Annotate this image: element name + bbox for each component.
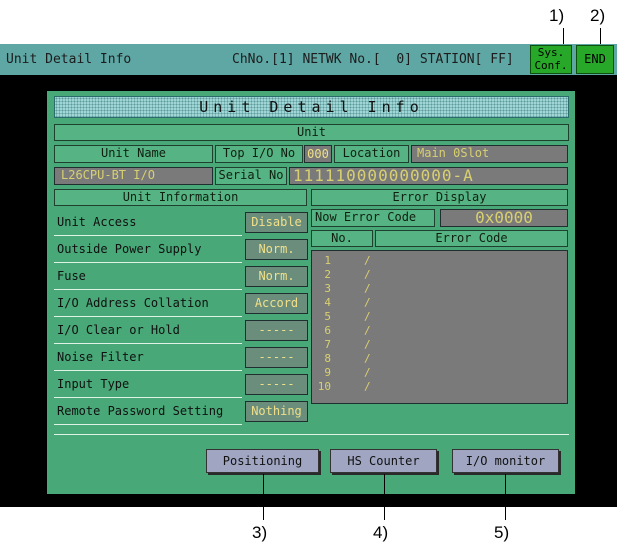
outside-power-label: Outside Power Supply <box>54 236 242 263</box>
top-io-value: 000 <box>304 145 332 163</box>
error-display-header: Error Display <box>311 189 568 206</box>
panel-divider <box>54 434 569 435</box>
input-type-label: Input Type <box>54 371 242 398</box>
io-address-collation-label: I/O Address Collation <box>54 290 242 317</box>
unit-access-value: Disable <box>245 212 308 233</box>
io-clear-hold-label: I/O Clear or Hold <box>54 317 242 344</box>
io-monitor-button[interactable]: I/O monitor <box>452 449 559 473</box>
now-error-code-value: 0x0000 <box>440 209 568 227</box>
location-value: Main 0Slot <box>411 145 568 163</box>
sys-conf-label-2: Conf. <box>534 59 568 72</box>
serial-label: Serial No <box>215 167 287 185</box>
top-io-label: Top I/O No <box>215 145 303 163</box>
unit-name-value: L26CPU-BT I/O <box>54 167 213 185</box>
hs-counter-button[interactable]: HS Counter <box>330 449 437 473</box>
noise-filter-label: Noise Filter <box>54 344 242 371</box>
callout-4: 4) <box>373 523 389 542</box>
end-button[interactable]: END <box>576 45 614 74</box>
noise-filter-value: ----- <box>245 347 308 368</box>
positioning-button[interactable]: Positioning <box>206 449 319 473</box>
error-code-column-header: Error Code <box>375 230 568 247</box>
outside-power-value: Norm. <box>245 239 308 260</box>
fuse-label: Fuse <box>54 263 242 290</box>
error-no-column-header: No. <box>311 230 373 247</box>
callout-1: 1) <box>549 6 565 25</box>
unit-section-header: Unit <box>54 124 569 141</box>
callout-5-leader <box>505 474 506 520</box>
callout-3: 3) <box>252 523 268 542</box>
io-clear-hold-value: ----- <box>245 320 308 341</box>
sys-conf-label-1: Sys. <box>537 46 565 59</box>
serial-value: 111110000000000-A <box>289 167 568 185</box>
now-error-code-label: Now Error Code <box>311 209 435 227</box>
location-label: Location <box>334 145 409 163</box>
channel-info: ChNo.[1] NETWK No.[ 0] STATION[ FF] <box>232 52 514 67</box>
remote-password-value: Nothing <box>245 401 308 422</box>
unit-name-label: Unit Name <box>54 145 213 163</box>
unit-information-header: Unit Information <box>54 189 307 206</box>
panel-banner: Unit Detail Info <box>54 96 569 118</box>
window-title: Unit Detail Info <box>6 52 132 67</box>
sys-conf-button[interactable]: Sys. Conf. <box>530 45 572 74</box>
input-type-value: ----- <box>245 374 308 395</box>
title-bar: Unit Detail Info ChNo.[1] NETWK No.[ 0] … <box>0 44 617 75</box>
io-address-collation-value: Accord <box>245 293 308 314</box>
error-history-list[interactable]: 1/ 2/ 3/ 4/ 5/ 6/ 7/ 8/ 9/ 10/ <box>311 250 568 404</box>
callout-2: 2) <box>590 6 606 25</box>
fuse-value: Norm. <box>245 266 308 287</box>
callout-4-leader <box>384 474 385 520</box>
callout-3-leader <box>263 474 264 520</box>
callout-5: 5) <box>494 523 510 542</box>
callout-2-leader <box>600 28 601 44</box>
remote-password-label: Remote Password Setting <box>54 398 242 425</box>
unit-access-label: Unit Access <box>54 209 242 236</box>
callout-1-leader <box>563 28 564 44</box>
